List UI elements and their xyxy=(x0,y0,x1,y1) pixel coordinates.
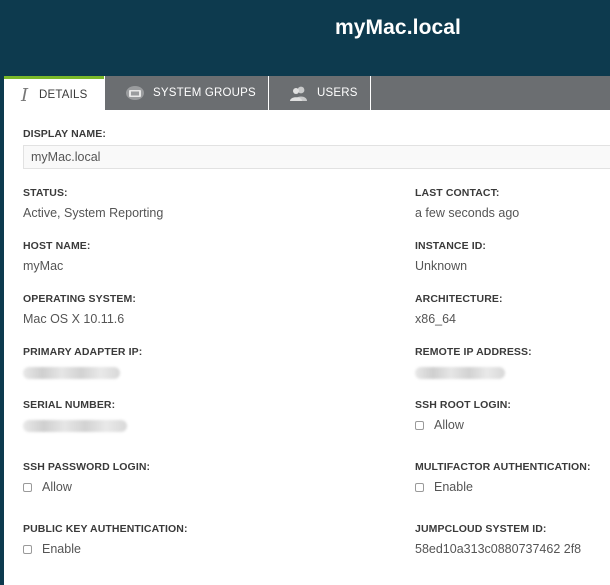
checkbox-box[interactable] xyxy=(23,482,32,492)
ssh-root-login-label: SSH ROOT LOGIN: xyxy=(415,399,511,411)
checkbox-box[interactable] xyxy=(415,482,424,492)
ssh-password-login-option: Allow xyxy=(42,480,72,494)
display-name-input[interactable] xyxy=(23,145,610,169)
page-title: myMac.local xyxy=(335,16,461,39)
tab-details-label: DETAILS xyxy=(39,88,88,101)
operating-system-label: OPERATING SYSTEM: xyxy=(23,293,136,305)
tab-system-groups-label: SYSTEM GROUPS xyxy=(153,87,256,99)
architecture-label: ARCHITECTURE: xyxy=(415,293,503,305)
multifactor-authentication-option: Enable xyxy=(434,480,473,494)
tab-users[interactable]: USERS xyxy=(269,76,370,110)
architecture-value: x86_64 xyxy=(415,312,457,326)
users-icon xyxy=(289,85,309,101)
remote-ip-redacted xyxy=(415,367,505,379)
tab-details[interactable]: i DETAILS xyxy=(4,76,104,110)
checkbox-box[interactable] xyxy=(23,544,32,554)
ssh-root-login-checkbox[interactable]: Allow xyxy=(415,418,464,432)
display-name-label: DISPLAY NAME: xyxy=(23,128,106,140)
host-name-value: myMac xyxy=(23,259,64,273)
status-value: Active, System Reporting xyxy=(23,206,164,220)
multifactor-authentication-checkbox[interactable]: Enable xyxy=(415,480,473,494)
tab-users-label: USERS xyxy=(317,87,358,99)
info-icon: i xyxy=(19,86,31,104)
last-contact-value: a few seconds ago xyxy=(415,206,520,220)
host-name-label: HOST NAME: xyxy=(23,240,91,252)
system-groups-icon xyxy=(125,85,145,101)
remote-ip-label: REMOTE IP ADDRESS: xyxy=(415,346,532,358)
primary-adapter-ip-label: PRIMARY ADAPTER IP: xyxy=(23,346,143,358)
serial-number-label: SERIAL NUMBER: xyxy=(23,399,116,411)
svg-text:i: i xyxy=(20,86,29,104)
last-contact-label: LAST CONTACT: xyxy=(415,187,500,199)
multifactor-authentication-label: MULTIFACTOR AUTHENTICATION: xyxy=(415,461,591,473)
operating-system-value: Mac OS X 10.11.6 xyxy=(23,312,125,326)
tab-bar: i DETAILS SYSTEM GROUPS USERS xyxy=(4,76,610,110)
tab-separator xyxy=(370,76,371,110)
instance-id-value: Unknown xyxy=(415,259,468,273)
serial-number-redacted xyxy=(23,420,127,432)
tab-system-groups[interactable]: SYSTEM GROUPS xyxy=(105,76,268,110)
ssh-password-login-label: SSH PASSWORD LOGIN: xyxy=(23,461,151,473)
checkbox-box[interactable] xyxy=(415,420,424,430)
public-key-authentication-option: Enable xyxy=(42,542,81,556)
public-key-authentication-checkbox[interactable]: Enable xyxy=(23,542,81,556)
jumpcloud-system-id-label: JUMPCLOUD SYSTEM ID: xyxy=(415,523,547,535)
public-key-authentication-label: PUBLIC KEY AUTHENTICATION: xyxy=(23,523,188,535)
primary-adapter-ip-redacted xyxy=(23,367,120,379)
ssh-password-login-checkbox[interactable]: Allow xyxy=(23,480,72,494)
header-bar: myMac.local xyxy=(0,0,610,76)
instance-id-label: INSTANCE ID: xyxy=(415,240,487,252)
jumpcloud-system-id-value: 58ed10a313c0880737462 2f8 xyxy=(415,542,582,556)
left-edge xyxy=(0,76,4,585)
ssh-root-login-option: Allow xyxy=(434,418,464,432)
status-label: STATUS: xyxy=(23,187,68,199)
